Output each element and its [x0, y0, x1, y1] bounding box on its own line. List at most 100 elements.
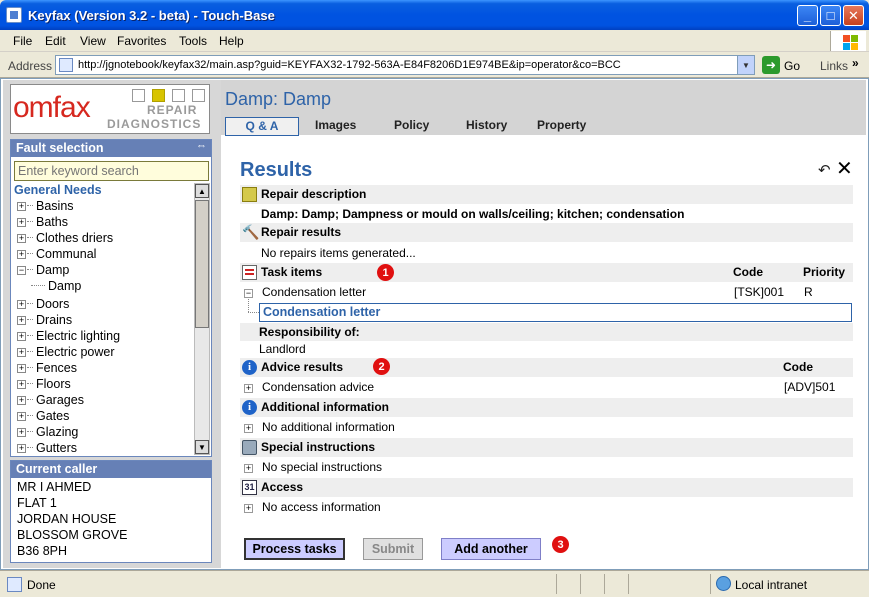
status-divider [628, 574, 629, 594]
tab-property[interactable]: Property [537, 117, 586, 136]
repair-description-text: Damp: Damp; Dampness or mould on walls/c… [261, 207, 685, 221]
tree-item[interactable]: + Baths [17, 215, 68, 231]
minimize-button[interactable]: _ [797, 5, 818, 26]
address-input[interactable]: http://jgnotebook/keyfax32/main.asp?guid… [55, 55, 755, 75]
expand-icon[interactable]: + [244, 424, 253, 433]
expand-icon[interactable]: + [17, 348, 26, 357]
tree-item[interactable]: + Electric power [17, 345, 115, 361]
submit-button[interactable]: Submit [363, 538, 423, 560]
page-icon [59, 58, 73, 72]
menu-help[interactable]: Help [219, 34, 244, 48]
go-arrow-icon[interactable]: ➜ [762, 56, 780, 74]
task-detail-title[interactable]: Condensation letter [263, 305, 380, 319]
tree-item-label: Basins [36, 199, 74, 213]
tree-connector [27, 253, 33, 254]
menu-view[interactable]: View [80, 34, 106, 48]
expand-icon[interactable]: + [17, 364, 26, 373]
task-priority-header: Priority [803, 265, 846, 279]
expand-icon[interactable]: + [17, 428, 26, 437]
tree-item[interactable]: + Communal [17, 247, 96, 263]
intranet-zone-icon [716, 576, 731, 591]
expand-icon[interactable]: + [17, 332, 26, 341]
menu-tools[interactable]: Tools [179, 34, 207, 48]
window-title: Keyfax (Version 3.2 - beta) - Touch-Base [28, 8, 275, 23]
tree-scrollbar[interactable]: ▲ ▼ [194, 183, 210, 455]
tab-qa[interactable]: Q & A [225, 117, 299, 136]
tree-item[interactable]: + Floors [17, 377, 71, 393]
expand-icon[interactable]: + [17, 218, 26, 227]
tree-item[interactable]: + Clothes driers [17, 231, 113, 247]
chevron-down-icon[interactable]: ▼ [737, 56, 754, 74]
tree-item[interactable]: + Doors [17, 297, 69, 313]
tree-item-label: Electric power [36, 345, 115, 359]
tree-connector [248, 299, 249, 312]
expand-icon[interactable]: + [17, 300, 26, 309]
go-button[interactable]: Go [784, 59, 800, 73]
expand-icon[interactable]: + [17, 250, 26, 259]
tree-item-label: Garages [36, 393, 84, 407]
tree-item[interactable]: + Electric lighting [17, 329, 120, 345]
expand-icon[interactable]: + [244, 384, 253, 393]
tree-item[interactable]: + Gates [17, 409, 69, 425]
undo-icon[interactable]: ↶ [818, 161, 831, 179]
menu-favorites[interactable]: Favorites [117, 34, 166, 48]
section-label: Additional information [261, 400, 389, 414]
repair-description-icon [242, 187, 257, 202]
tree-connector [27, 431, 33, 432]
close-window-button[interactable]: ✕ [843, 5, 864, 26]
tab-policy[interactable]: Policy [394, 117, 429, 136]
expand-icon[interactable]: + [17, 444, 26, 453]
logo-square [172, 89, 185, 102]
access-text: No access information [262, 500, 381, 514]
scroll-up-icon[interactable]: ▲ [195, 184, 209, 198]
info-icon: i [242, 400, 257, 415]
tree-item[interactable]: + Fences [17, 361, 77, 377]
process-tasks-button[interactable]: Process tasks [244, 538, 345, 560]
add-another-button[interactable]: Add another [441, 538, 541, 560]
tree-item[interactable]: − Damp [17, 263, 69, 279]
logo-square [192, 89, 205, 102]
expand-icon[interactable]: + [17, 412, 26, 421]
tab-history[interactable]: History [466, 117, 507, 136]
tree-connector [27, 367, 33, 368]
expand-icon[interactable]: + [244, 504, 253, 513]
address-bar: Address http://jgnotebook/keyfax32/main.… [0, 52, 869, 78]
keyword-search-input[interactable] [14, 161, 209, 181]
tree-item-label: Glazing [36, 425, 79, 439]
task-name[interactable]: Condensation letter [262, 285, 366, 299]
tree-item-label: Damp [36, 263, 70, 277]
tree-item-label: Floors [36, 377, 71, 391]
address-url: http://jgnotebook/keyfax32/main.asp?guid… [78, 59, 621, 71]
tree-connector [31, 285, 45, 286]
menu-edit[interactable]: Edit [45, 34, 66, 48]
tree-item[interactable]: + Garages [17, 393, 84, 409]
tree-connector [27, 335, 33, 336]
advice-name[interactable]: Condensation advice [262, 380, 374, 394]
logo-diagnostics: DIAGNOSTICS [107, 117, 202, 131]
menu-file[interactable]: File [13, 34, 32, 48]
double-chevron-icon[interactable]: » [852, 56, 859, 70]
maximize-button[interactable]: □ [820, 5, 841, 26]
expand-icon[interactable]: + [17, 202, 26, 211]
tree-item[interactable]: + Drains [17, 313, 72, 329]
expand-icon[interactable]: + [17, 234, 26, 243]
expand-icon[interactable]: + [17, 380, 26, 389]
collapse-icon[interactable]: − [244, 289, 253, 298]
scroll-down-icon[interactable]: ▼ [195, 440, 209, 454]
tree-item[interactable]: + Basins [17, 199, 74, 215]
tab-images[interactable]: Images [315, 117, 356, 136]
expand-icon[interactable]: + [17, 396, 26, 405]
section-label: Task items [261, 265, 323, 279]
collapse-icon[interactable]: − [17, 266, 26, 275]
expand-icon[interactable]: + [17, 316, 26, 325]
tree-item[interactable]: Damp [31, 279, 81, 295]
tree-item[interactable]: + Glazing [17, 425, 78, 441]
tree-item[interactable]: + Gutters [17, 441, 77, 457]
repair-description-header: Repair description [240, 185, 853, 204]
expand-icon[interactable]: + [244, 464, 253, 473]
current-caller-panel: Current caller MR I AHMED FLAT 1 JORDAN … [10, 460, 212, 563]
collapse-arrows-icon[interactable]: ⇔ [196, 140, 207, 152]
links-label[interactable]: Links [820, 59, 848, 73]
close-results-icon[interactable]: ✕ [836, 156, 853, 181]
scroll-thumb[interactable] [195, 200, 209, 328]
